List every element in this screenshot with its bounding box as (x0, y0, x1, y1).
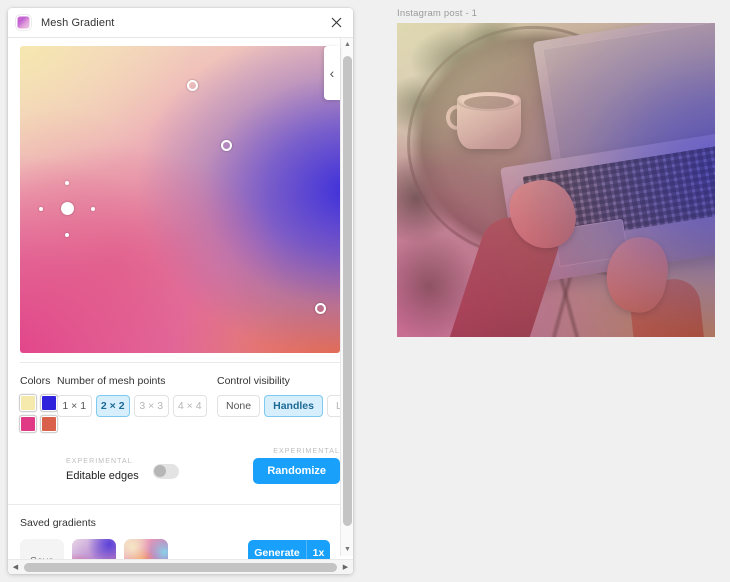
plugin-horizontal-scrollbar[interactable]: ◀ ▶ (8, 559, 353, 574)
control-visibility-label: Control visibility (217, 375, 290, 387)
artboard-area: Instagram post - 1 (397, 8, 715, 337)
control-visibility-segmented-control: None Handles Lines (217, 395, 353, 417)
scroll-right-arrow[interactable]: ▶ (338, 560, 353, 575)
mesh-points-option-2x2[interactable]: 2 × 2 (95, 395, 130, 417)
editable-edges-text: EXPERIMENTAL Editable edges (66, 458, 139, 484)
color-swatch-grid (20, 395, 57, 432)
experimental-row: EXPERIMENTAL Editable edges EXPERIMENTAL… (20, 448, 340, 484)
plugin-title: Mesh Gradient (41, 16, 115, 29)
mesh-points-option-4x4[interactable]: 4 × 4 (172, 395, 207, 417)
swatch-pink[interactable] (20, 416, 36, 432)
artboard-label[interactable]: Instagram post - 1 (397, 8, 715, 19)
editable-edges-toggle[interactable] (152, 463, 179, 479)
mesh-gradient-canvas-wrap[interactable] (20, 46, 340, 353)
mesh-points-option-1x1[interactable]: 1 × 1 (57, 395, 92, 417)
mesh-handle-dot-right[interactable] (90, 206, 95, 211)
controls-top-row: Colors Number of mesh points 1 × 1 2 × 2… (20, 375, 353, 432)
mesh-points-segmented-control: 1 × 1 2 × 2 3 × 3 4 × 4 (57, 395, 207, 417)
plugin-titlebar: Mesh Gradient (8, 8, 353, 38)
mesh-gradient-plugin-window: Mesh Gradient ‹ Colors Number of mesh po… (8, 8, 353, 574)
scroll-left-arrow[interactable]: ◀ (8, 560, 23, 575)
saved-gradients-label: Saved gradients (20, 517, 96, 529)
editable-edges-group: EXPERIMENTAL Editable edges (66, 458, 179, 484)
mesh-points-label: Number of mesh points (57, 375, 166, 387)
mesh-gradient-app-icon (16, 15, 31, 30)
swatch-red[interactable] (41, 416, 57, 432)
swatch-blue[interactable] (41, 395, 57, 411)
editable-edges-experimental-tag: EXPERIMENTAL (66, 458, 133, 465)
randomize-button[interactable]: Randomize (253, 458, 340, 484)
mesh-points-option-3x3[interactable]: 3 × 3 (134, 395, 169, 417)
plugin-vertical-scrollbar[interactable]: ▲ ▼ (340, 38, 353, 556)
swatch-yellow[interactable] (20, 395, 36, 411)
randomize-experimental-tag: EXPERIMENTAL (273, 448, 340, 455)
control-visibility-group: Control visibility None Handles Lines (217, 375, 353, 417)
mesh-handle-center[interactable] (60, 202, 74, 216)
scroll-down-arrow[interactable]: ▼ (341, 543, 353, 556)
colors-label: Colors (20, 375, 51, 387)
randomize-group: EXPERIMENTAL Randomize (253, 448, 340, 484)
control-visibility-option-handles[interactable]: Handles (264, 395, 323, 417)
gradient-overlay-screen (397, 23, 715, 337)
mesh-points-group: Number of mesh points 1 × 1 2 × 2 3 × 3 … (57, 375, 207, 417)
control-visibility-option-none[interactable]: None (217, 395, 261, 417)
mesh-gradient-canvas[interactable] (20, 46, 340, 353)
collapse-panel-chevron-icon[interactable]: ‹ (324, 46, 340, 100)
controls-section: Colors Number of mesh points 1 × 1 2 × 2… (20, 362, 353, 484)
plugin-body: ‹ Colors Number of mesh points 1 × 1 2 ×… (8, 38, 353, 574)
scroll-up-arrow[interactable]: ▲ (341, 38, 353, 51)
editable-edges-label: Editable edges (66, 470, 139, 482)
artboard-preview[interactable] (397, 23, 715, 337)
horizontal-scrollbar-thumb[interactable] (24, 562, 337, 572)
close-icon[interactable] (325, 12, 347, 34)
mesh-handle-dot-left[interactable] (38, 206, 43, 211)
colors-group: Colors (20, 375, 57, 432)
vertical-scrollbar-thumb[interactable] (343, 56, 352, 526)
